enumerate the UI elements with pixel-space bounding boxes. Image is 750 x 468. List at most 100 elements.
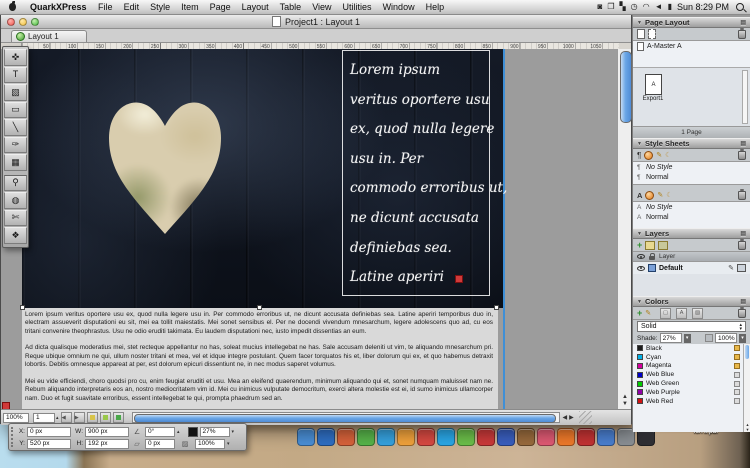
zoom-button[interactable] — [31, 18, 39, 26]
volume-icon[interactable]: ◄ — [655, 0, 663, 14]
palette-menu-icon[interactable]: ▤ — [740, 19, 746, 26]
character-style-row[interactable]: A No Style — [633, 202, 750, 212]
menu-item[interactable]: Table — [274, 2, 307, 12]
dock-app-icon[interactable] — [497, 428, 515, 446]
view-set-2-button[interactable] — [100, 412, 111, 423]
character-style-row[interactable]: A Normal — [633, 212, 750, 222]
dock-app-icon[interactable] — [397, 428, 415, 446]
minimize-button[interactable] — [19, 18, 27, 26]
picture-content-tool[interactable]: ▧ — [4, 84, 27, 101]
selection-handle[interactable] — [257, 305, 262, 310]
window-resize-grip[interactable] — [579, 411, 592, 424]
zoom-tool[interactable]: ⚲ — [4, 175, 27, 192]
text-content-tool[interactable]: T — [4, 67, 27, 84]
new-page-icon[interactable] — [637, 29, 645, 39]
palette-menu-icon[interactable]: ▤ — [740, 140, 746, 147]
dock-app-icon[interactable] — [537, 428, 555, 446]
color-row[interactable]: Web Purple — [633, 388, 750, 397]
y-field[interactable]: 520 px — [27, 439, 71, 449]
paragraph-style-row[interactable]: ¶ No Style — [633, 162, 750, 172]
vertical-scroll-arrows[interactable]: ▲▼ — [618, 394, 632, 408]
dock-app-icon[interactable] — [477, 428, 495, 446]
battery-icon[interactable]: ▮ — [668, 0, 672, 14]
menu-item[interactable]: Style — [145, 2, 176, 12]
menu-item[interactable]: View — [307, 2, 337, 12]
view-set-1-button[interactable] — [87, 412, 98, 423]
color-row[interactable]: Web Green — [633, 379, 750, 388]
script-text-box[interactable]: Lorem ipsumveritus oportere usuex, quod … — [342, 50, 490, 296]
body-text-box[interactable]: Lorem ipsum veritus oportere usu ex, quo… — [22, 308, 498, 409]
blend-mode-dropdown[interactable]: Solid ▴▾ — [637, 321, 746, 332]
colors-scrollbar[interactable]: ▴▾ — [743, 344, 750, 432]
dock-app-icon[interactable] — [597, 428, 615, 446]
selection-handle[interactable] — [20, 305, 25, 310]
spotlight-icon[interactable] — [736, 3, 744, 11]
duplicate-style-icon[interactable]: ☾ — [665, 151, 671, 159]
window-titlebar[interactable]: Project1 : Layout 1 — [1, 15, 631, 29]
pages-scrollbar[interactable] — [742, 70, 748, 124]
shade-field[interactable]: 27% — [200, 427, 230, 437]
move-to-layer-icon[interactable] — [645, 241, 655, 250]
shade-dropdown-button[interactable]: ▾ — [684, 334, 691, 343]
horizontal-scroll-thumb[interactable] — [134, 414, 556, 423]
selection-handle[interactable] — [494, 305, 499, 310]
duplicate-style-icon[interactable]: ☾ — [666, 191, 672, 199]
sync-icon[interactable]: ❐ — [607, 0, 614, 14]
spaces-icon[interactable]: ▚ — [620, 0, 626, 14]
colors-palette-header[interactable]: ▼ Colors ▤ — [633, 296, 750, 307]
box-color-swatch[interactable] — [188, 427, 198, 437]
page-number-field[interactable]: 1 — [33, 413, 55, 423]
zoom-level-field[interactable]: 100% — [3, 413, 29, 423]
close-button[interactable] — [7, 18, 15, 26]
trash-icon[interactable] — [738, 151, 746, 160]
page-forward-button[interactable]: ▶ — [74, 412, 85, 423]
style-sheets-palette-header[interactable]: ▼ Style Sheets ▤ — [633, 138, 750, 149]
page-layout-palette-header[interactable]: ▼ Page Layout ▤ — [633, 17, 750, 28]
vertical-scroll-thumb[interactable] — [620, 51, 632, 123]
menu-item[interactable]: Help — [420, 2, 450, 12]
ellipse-tool[interactable]: ◍ — [4, 192, 27, 209]
shade-field[interactable]: 27% — [660, 333, 682, 343]
menu-item[interactable]: Edit — [118, 2, 145, 12]
dock-app-icon[interactable] — [577, 428, 595, 446]
color-row[interactable]: Web Red — [633, 397, 750, 406]
menu-quarkxpress[interactable]: QuarkXPress — [24, 2, 93, 12]
scissors-tool[interactable]: ✄ — [4, 210, 27, 227]
menu-item[interactable]: Page — [204, 2, 236, 12]
new-character-style-icon[interactable]: A — [637, 191, 642, 200]
update-style-icon[interactable] — [644, 151, 653, 160]
tab-layout-1[interactable]: Layout 1 — [11, 30, 87, 42]
layer-options-icon[interactable] — [737, 264, 746, 272]
edit-style-icon[interactable]: ✎ — [657, 191, 663, 199]
collapse-icon[interactable]: ▼ — [637, 299, 642, 305]
master-page-row[interactable]: A-Master A — [633, 41, 750, 51]
dock-app-icon[interactable] — [437, 428, 455, 446]
menu-item[interactable]: File — [93, 2, 119, 12]
pen-tool[interactable]: ✑ — [4, 137, 27, 154]
trash-icon[interactable] — [738, 191, 746, 200]
dock-app-icon[interactable] — [517, 428, 535, 446]
dock-app-icon[interactable] — [297, 428, 315, 446]
w-field[interactable]: 900 px — [85, 427, 129, 437]
text-color-mode-button[interactable]: A — [676, 308, 687, 319]
rotation-stepper[interactable]: ▴ — [177, 429, 180, 435]
box-color-mode-button[interactable]: ▢ — [660, 308, 671, 319]
apple-icon[interactable] — [9, 3, 16, 11]
collapse-icon[interactable]: ▼ — [637, 20, 642, 26]
line-tool[interactable]: ╲ — [4, 119, 27, 136]
dock-app-icon[interactable] — [337, 428, 355, 446]
item-tool[interactable]: ✜ — [4, 49, 27, 66]
new-color-icon[interactable]: + — [637, 309, 642, 318]
edit-color-icon[interactable]: ✎ — [645, 309, 651, 317]
menu-item[interactable]: Utilities — [337, 2, 377, 12]
dock-app-icon[interactable] — [317, 428, 335, 446]
composite-tool[interactable]: ❖ — [4, 227, 27, 244]
new-layer-icon[interactable]: + — [637, 241, 642, 250]
x-field[interactable]: 0 px — [27, 427, 71, 437]
new-master-page-icon[interactable] — [648, 29, 656, 39]
paragraph-style-row[interactable]: ¶ Normal — [633, 172, 750, 182]
shade-dropdown-arrow[interactable]: ▾ — [232, 429, 235, 435]
rotation-field[interactable]: 0° — [145, 427, 175, 437]
dock-app-icon[interactable] — [457, 428, 475, 446]
palette-menu-icon[interactable]: ▤ — [740, 298, 746, 305]
